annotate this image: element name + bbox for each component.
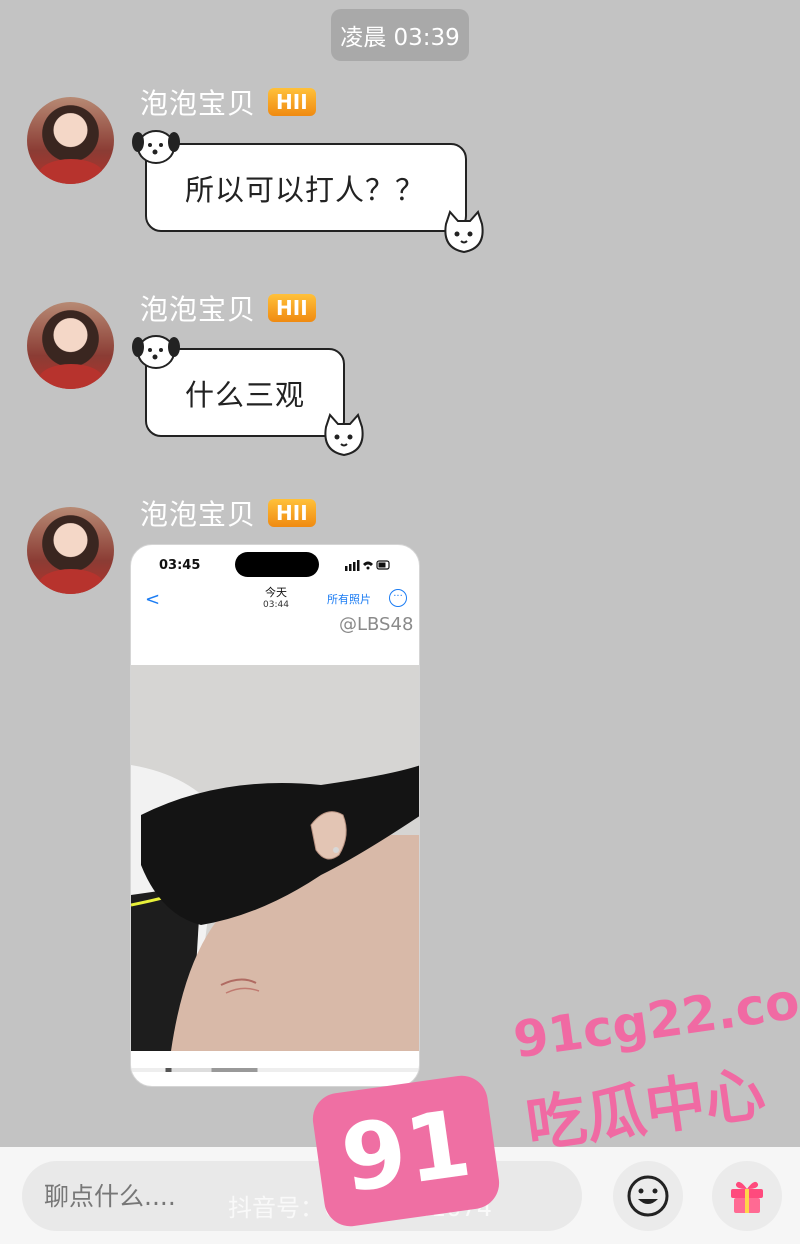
screenshot-title-text: 今天	[265, 586, 287, 599]
screenshot-time: 03:45	[159, 557, 201, 573]
gift-button[interactable]	[712, 1161, 782, 1231]
screenshot-nav-bar: < 今天 03:44 所有照片 ···	[131, 587, 419, 615]
sender-row: 泡泡宝贝 HII	[140, 288, 316, 328]
message-text: 所以可以打人？？	[185, 172, 426, 207]
more-icon: ···	[389, 589, 407, 607]
level-badge: HII	[268, 88, 316, 116]
gift-icon	[731, 1181, 763, 1213]
dynamic-island	[235, 552, 319, 577]
injury-photo	[131, 665, 419, 1051]
level-badge: HII	[268, 294, 316, 322]
all-photos-link: 所有照片	[327, 593, 371, 606]
avatar[interactable]	[27, 507, 114, 594]
timestamp: 凌晨 03:39	[331, 9, 469, 61]
level-badge: HII	[268, 499, 316, 527]
sender-name: 泡泡宝贝	[140, 498, 257, 531]
screenshot-subtitle: 03:44	[263, 600, 289, 610]
site-logo-watermark: 91	[309, 1072, 503, 1230]
sender-row: 泡泡宝贝 HII	[140, 493, 316, 533]
emoji-button[interactable]	[613, 1161, 683, 1231]
message-text: 什么三观	[185, 377, 306, 412]
thumbnail-strip	[131, 1068, 419, 1072]
avatar[interactable]	[27, 302, 114, 389]
image-message[interactable]: 03:45 < 今天 03:44 所有照片 ··· @LBS48	[130, 544, 420, 1087]
sender-name: 泡泡宝贝	[140, 293, 257, 326]
back-icon: <	[145, 589, 161, 610]
signal-wifi-battery-icon	[345, 560, 390, 571]
sender-row: 泡泡宝贝 HII	[140, 82, 316, 122]
weibo-watermark: @LBS48	[339, 614, 414, 635]
avatar[interactable]	[27, 97, 114, 184]
cat-sticker-icon	[324, 413, 364, 457]
dog-sticker-icon	[132, 130, 180, 164]
sender-name: 泡泡宝贝	[140, 87, 257, 120]
dog-sticker-icon	[132, 335, 180, 369]
screenshot-title: 今天 03:44	[251, 587, 301, 611]
message-bubble[interactable]: 所以可以打人？？	[145, 143, 467, 232]
cat-sticker-icon	[444, 210, 484, 254]
photo-illustration	[131, 665, 419, 1051]
smiley-icon	[627, 1175, 669, 1217]
